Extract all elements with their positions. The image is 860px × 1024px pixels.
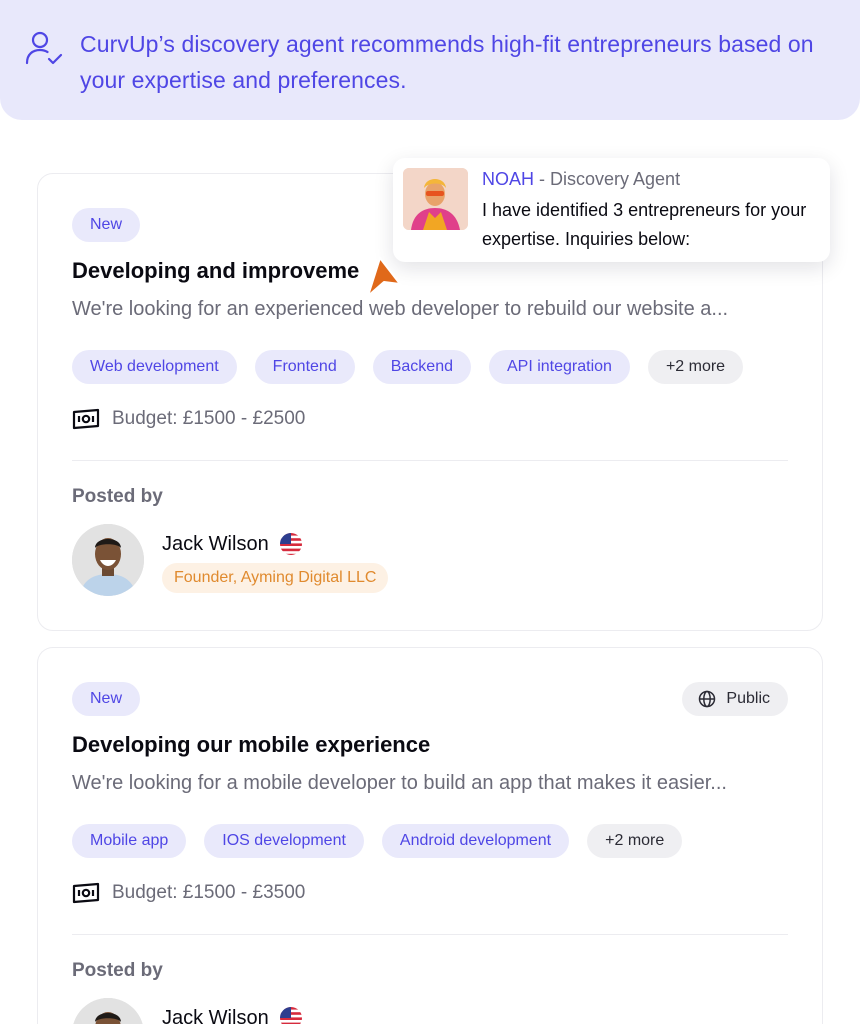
agent-avatar (403, 168, 468, 230)
inquiry-card[interactable]: New Public Developing our mobile experie… (37, 647, 823, 1024)
inquiry-title[interactable]: Developing and improveme (72, 258, 359, 284)
us-flag-icon (279, 533, 302, 555)
more-tags-button[interactable]: +2 more (587, 824, 683, 858)
budget: Budget: £1500 - £2500 (72, 408, 305, 430)
avatar[interactable] (72, 524, 144, 596)
money-icon (72, 408, 100, 430)
tag[interactable]: API integration (488, 350, 630, 384)
budget: Budget: £1500 - £3500 (72, 882, 305, 904)
person-role-badge: Founder, Ayming Digital LLC (162, 563, 389, 593)
agent-message: I have identified 3 entrepreneurs for yo… (482, 200, 807, 249)
avatar[interactable] (72, 998, 144, 1024)
globe-icon (699, 690, 716, 708)
agent-name: NOAH (482, 169, 535, 189)
inquiry-title[interactable]: Developing our mobile experience (72, 732, 430, 758)
us-flag-icon (279, 1007, 302, 1024)
tag[interactable]: Backend (372, 350, 471, 384)
budget-text: Budget: £1500 - £2500 (112, 408, 306, 429)
tag-list: Web development Frontend Backend API int… (72, 350, 744, 384)
new-badge: New (72, 682, 141, 716)
tag[interactable]: IOS development (204, 824, 364, 858)
money-icon (72, 882, 100, 904)
person-name[interactable]: Jack Wilson (162, 532, 303, 556)
pointer-cursor-icon (367, 257, 401, 297)
info-banner: CurvUp’s discovery agent recommends high… (0, 0, 860, 120)
tag[interactable]: Android development (381, 824, 570, 858)
agent-message-popover: NOAH - Discovery Agent I have identified… (393, 158, 830, 262)
person-name-text[interactable]: Jack Wilson (162, 1007, 269, 1024)
visibility-badge: Public (682, 682, 788, 716)
posted-by-label: Posted by (72, 960, 163, 981)
inquiry-description: We're looking for a mobile developer to … (72, 772, 727, 794)
tag[interactable]: Web development (72, 350, 237, 384)
new-badge: New (72, 208, 141, 242)
person-name-text[interactable]: Jack Wilson (162, 533, 269, 556)
posted-by-label: Posted by (72, 486, 163, 507)
visibility-label: Public (726, 690, 770, 707)
agent-role: - Discovery Agent (534, 169, 681, 189)
person-name[interactable]: Jack Wilson (162, 1006, 303, 1024)
banner-text: CurvUp’s discovery agent recommends high… (80, 31, 814, 93)
inquiry-description: We're looking for an experienced web dev… (72, 298, 729, 320)
agent-header: NOAH - Discovery Agent (482, 169, 680, 190)
tag[interactable]: Frontend (254, 350, 355, 384)
more-tags-button[interactable]: +2 more (647, 350, 744, 384)
budget-text: Budget: £1500 - £3500 (112, 882, 306, 903)
divider (72, 934, 788, 935)
tag[interactable]: Mobile app (72, 824, 187, 858)
divider (72, 460, 788, 461)
user-check-icon (25, 31, 63, 65)
tag-list: Mobile app IOS development Android devel… (72, 824, 683, 858)
